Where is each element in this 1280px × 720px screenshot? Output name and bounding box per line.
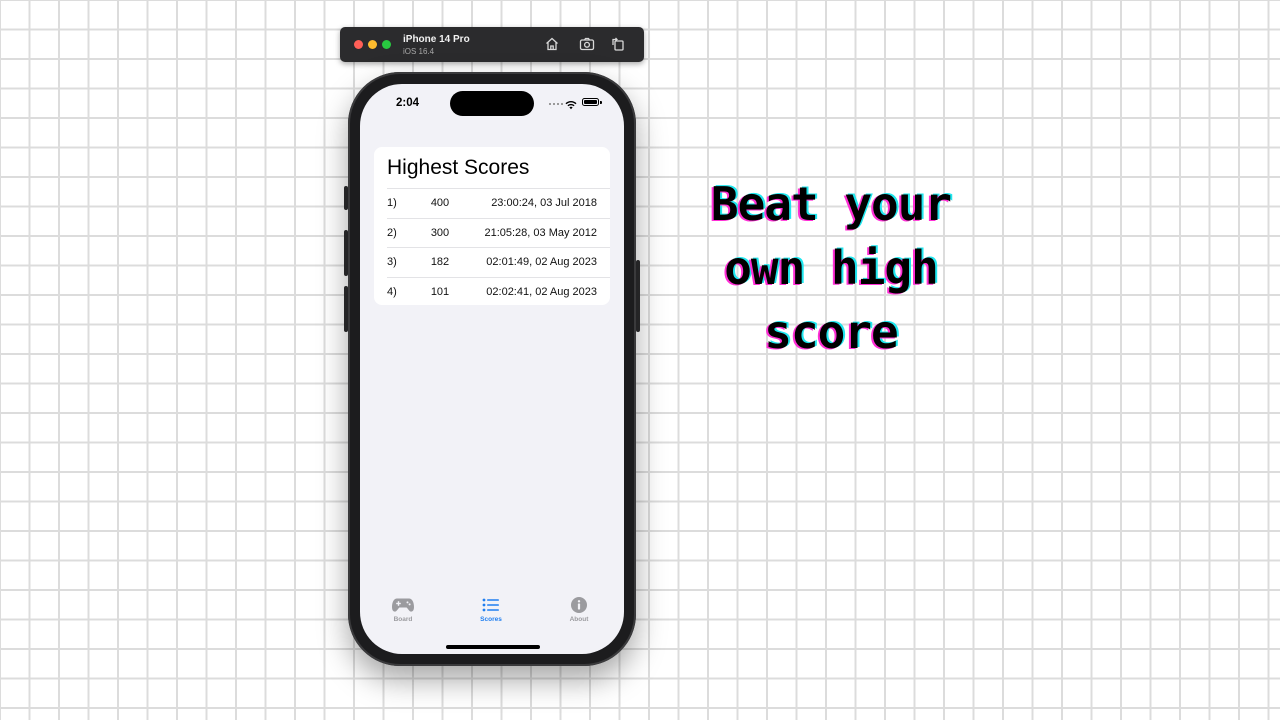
score-value: 300 (430, 226, 450, 239)
score-value: 400 (430, 197, 450, 209)
close-window-button[interactable] (354, 40, 363, 49)
score-timestamp: 02:01:49, 02 Aug 2023 (486, 256, 597, 268)
score-row[interactable]: 3) 182 02:01:49, 02 Aug 2023 (387, 247, 610, 277)
highest-scores-card: Highest Scores 1) 400 23:00:24, 03 Jul 2… (374, 147, 610, 305)
tab-label: Scores (480, 616, 502, 623)
info-icon (549, 597, 609, 613)
list-icon (461, 597, 521, 613)
headline-line: own high (724, 241, 939, 295)
headline-line: score (764, 305, 898, 359)
side-power-button (636, 260, 640, 332)
score-rank: 2) (387, 226, 397, 239)
phone-frame: 2:04 Highest Scores 1) 400 23:00:24, 03 … (348, 72, 636, 666)
score-row[interactable]: 1) 400 23:00:24, 03 Jul 2018 (387, 188, 610, 218)
score-value: 101 (430, 285, 450, 298)
score-timestamp: 02:02:41, 02 Aug 2023 (486, 285, 597, 298)
score-timestamp: 23:00:24, 03 Jul 2018 (491, 197, 597, 209)
wifi-icon (565, 97, 577, 115)
simulator-os-version: iOS 16.4 (403, 47, 435, 56)
cellular-signal-icon (549, 103, 563, 105)
rotate-icon[interactable] (610, 36, 626, 52)
score-rank: 4) (387, 285, 397, 298)
zoom-window-button[interactable] (382, 40, 391, 49)
home-icon[interactable] (544, 36, 560, 52)
battery-icon (582, 98, 599, 106)
simulator-device-name: iPhone 14 Pro (403, 34, 470, 45)
screenshot-icon[interactable] (579, 36, 595, 52)
score-rank: 1) (387, 197, 397, 209)
headline: Beat your own high score (690, 172, 972, 364)
score-timestamp: 21:05:28, 03 May 2012 (484, 226, 597, 239)
minimize-window-button[interactable] (368, 40, 377, 49)
dynamic-island (450, 91, 534, 116)
gamecontroller-icon (373, 597, 433, 613)
score-rank: 3) (387, 256, 397, 268)
phone-screen: 2:04 Highest Scores 1) 400 23:00:24, 03 … (360, 84, 624, 654)
headline-line: Beat your (710, 177, 952, 231)
score-row[interactable]: 4) 101 02:02:41, 02 Aug 2023 (387, 276, 610, 307)
status-bar-time: 2:04 (396, 97, 420, 109)
simulator-toolbar: iPhone 14 Pro iOS 16.4 (340, 27, 644, 62)
tab-label: Board (393, 616, 413, 623)
battery-tip (600, 101, 602, 104)
score-value: 182 (430, 256, 450, 268)
tab-scores[interactable]: Scores (461, 597, 521, 623)
tab-board[interactable]: Board (373, 597, 433, 623)
tab-about[interactable]: About (549, 597, 609, 623)
home-indicator[interactable] (446, 645, 540, 649)
card-title: Highest Scores (387, 156, 530, 179)
tab-label: About (569, 616, 589, 623)
score-row[interactable]: 2) 300 21:05:28, 03 May 2012 (387, 217, 610, 248)
